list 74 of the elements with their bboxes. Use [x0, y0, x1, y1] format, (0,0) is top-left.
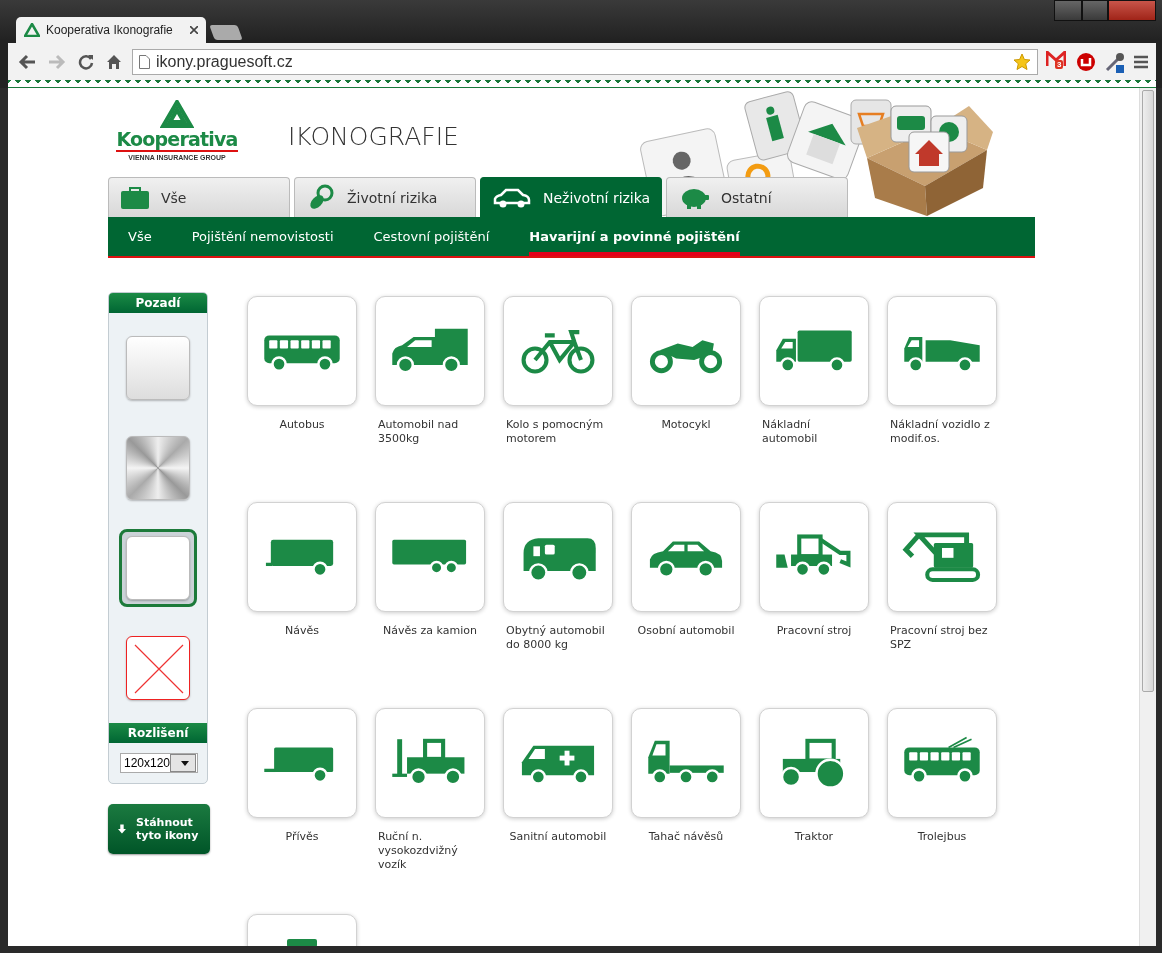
- icon-tile[interactable]: [375, 502, 485, 612]
- icon-tile[interactable]: [247, 708, 357, 818]
- caret-icon: [180, 760, 189, 766]
- icon-tile[interactable]: [503, 708, 613, 818]
- close-icon[interactable]: [190, 26, 198, 34]
- menu-icon[interactable]: [1134, 54, 1148, 69]
- briefcase-icon: [121, 186, 149, 209]
- icon-tile[interactable]: [503, 296, 613, 406]
- close-window-button[interactable]: [1108, 0, 1156, 21]
- icon-label: Automobil nad 3500kg: [378, 418, 460, 446]
- browser-tab[interactable]: Kooperativa Ikonografie: [16, 17, 206, 43]
- brand-name: Kooperativa: [116, 128, 238, 152]
- piggy-bank-icon: [679, 186, 709, 209]
- scrollbar-thumb[interactable]: [1142, 90, 1154, 692]
- logo-icon: [160, 100, 194, 128]
- icon-tile[interactable]: [887, 502, 997, 612]
- icon-tile[interactable]: [887, 296, 997, 406]
- icon-label: Trolejbus: [917, 830, 967, 844]
- icon-tile[interactable]: [247, 502, 357, 612]
- page-icon: [139, 54, 150, 69]
- subcategory-link[interactable]: Pojištění nemovistosti: [191, 217, 334, 256]
- excavator-icon: [901, 529, 983, 585]
- icon-label: Návěs za kamion: [383, 624, 477, 638]
- eyedropper-icon[interactable]: [1104, 50, 1126, 73]
- icon-label: Ruční n. vysokozdvižný vozík: [378, 830, 459, 872]
- new-tab-button[interactable]: [209, 25, 243, 40]
- mail-extension-button[interactable]: 3: [1046, 50, 1068, 73]
- unread-count: 3: [1055, 59, 1064, 69]
- subcategory-link[interactable]: Vše: [128, 217, 152, 256]
- icon-label: Nákladní automobil: [762, 418, 819, 446]
- icon-label: Nákladní vozidlo z modif.os.: [890, 418, 991, 446]
- icon-tile[interactable]: [759, 296, 869, 406]
- resolution-select[interactable]: 120x120: [120, 753, 198, 773]
- category-tab[interactable]: Neživotní rizika: [480, 177, 662, 217]
- icon-tile[interactable]: [759, 502, 869, 612]
- panel-heading: Pozadí: [109, 293, 207, 313]
- icon-label: Obytný automobil do 8000 kg: [506, 624, 606, 652]
- scrollbar[interactable]: [1139, 88, 1156, 946]
- icon-tile[interactable]: [887, 708, 997, 818]
- icon-tile[interactable]: [631, 296, 741, 406]
- category-tab[interactable]: Životní rizika: [294, 177, 476, 217]
- icon-label: Kolo s pomocným motorem: [506, 418, 605, 446]
- page-title: IKONOGRAFIE: [288, 122, 459, 151]
- stop-sign-icon[interactable]: [1076, 51, 1096, 72]
- star-icon[interactable]: [1013, 52, 1031, 71]
- category-tab[interactable]: Ostatní: [666, 177, 848, 217]
- icon-label: Osobní automobil: [637, 624, 735, 638]
- icon-label: Přívěs: [285, 830, 319, 844]
- icon-label: Autobus: [279, 418, 325, 432]
- icon-tile[interactable]: [247, 296, 357, 406]
- car-icon: [493, 187, 531, 208]
- logo-icon: [24, 23, 40, 37]
- icon-label: Tahač návěsů: [648, 830, 724, 844]
- icon-tile[interactable]: [375, 296, 485, 406]
- icon-label: Sanitní automobil: [509, 830, 607, 844]
- icon-label: Traktor: [794, 830, 834, 844]
- icon-label: Pracovní stroj bez SPZ: [890, 624, 989, 652]
- icon-tile[interactable]: [631, 708, 741, 818]
- maximize-button[interactable]: [1082, 0, 1108, 21]
- icon-tile[interactable]: [631, 502, 741, 612]
- icon-tile[interactable]: [503, 502, 613, 612]
- background-option[interactable]: [119, 529, 197, 607]
- subcategory-link[interactable]: Havarijní a povinné pojištění: [529, 217, 740, 256]
- subcategory-link[interactable]: Cestovní pojištění: [373, 217, 490, 256]
- icon-tile[interactable]: [375, 708, 485, 818]
- icon-label: Motocykl: [661, 418, 711, 432]
- minimize-button[interactable]: [1054, 0, 1082, 21]
- category-tab[interactable]: Vše: [108, 177, 290, 217]
- icon-label: Návěs: [285, 624, 319, 638]
- panel-heading: Rozlišení: [109, 723, 207, 743]
- download-button[interactable]: Stáhnout tyto ikony: [108, 804, 210, 854]
- icon-tile[interactable]: [759, 708, 869, 818]
- icon-label: Pracovní stroj: [776, 624, 852, 638]
- address-bar[interactable]: ikony.praguesoft.cz: [132, 48, 1038, 75]
